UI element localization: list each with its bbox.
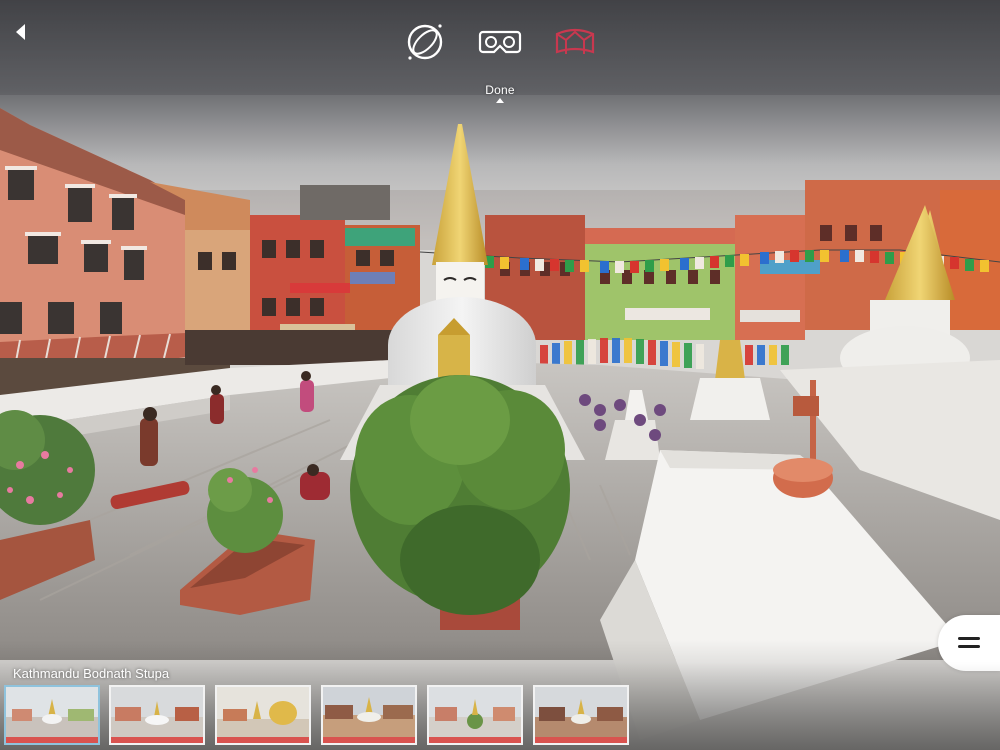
thumbnail-4[interactable] (321, 685, 417, 745)
caret-up-icon (496, 98, 504, 103)
gallery-strip: Kathmandu Bodnath Stupa (0, 662, 1000, 750)
panorama-thumbnail-icon (429, 687, 521, 743)
hamburger-icon-line (958, 637, 980, 640)
panorama-thumbnail-icon (323, 687, 415, 743)
panorama-scene[interactable] (0, 0, 1000, 750)
back-arrow-icon (16, 24, 25, 40)
gallery-title: Kathmandu Bodnath Stupa (13, 666, 170, 681)
thumbnail-6[interactable] (533, 685, 629, 745)
vr-headset-icon (478, 30, 522, 54)
little-planet-icon (555, 28, 595, 54)
panorama-thumbnail-icon (111, 687, 203, 743)
thumbnail-1[interactable] (4, 685, 100, 745)
viewer-toolbar: Done (0, 0, 1000, 110)
back-button[interactable] (10, 20, 32, 44)
thumbnail-list (0, 684, 1000, 746)
thumbnail-5[interactable] (427, 685, 523, 745)
panorama-thumbnail-icon (535, 687, 627, 743)
mode-vr-headset-button[interactable] (478, 20, 522, 64)
thumbnail-3[interactable] (215, 685, 311, 745)
panorama-thumbnail-icon (217, 687, 309, 743)
panorama-thumbnail-icon (6, 687, 98, 743)
mode-little-planet-button[interactable] (553, 20, 597, 64)
sphere-icon (407, 24, 443, 60)
thumbnail-2[interactable] (109, 685, 205, 745)
panorama-viewer[interactable]: Done Kathmandu Bodnath Stupa (0, 0, 1000, 750)
done-button[interactable]: Done (470, 83, 530, 97)
mode-sphere-button[interactable] (403, 20, 447, 64)
hamburger-icon-line (958, 645, 980, 648)
